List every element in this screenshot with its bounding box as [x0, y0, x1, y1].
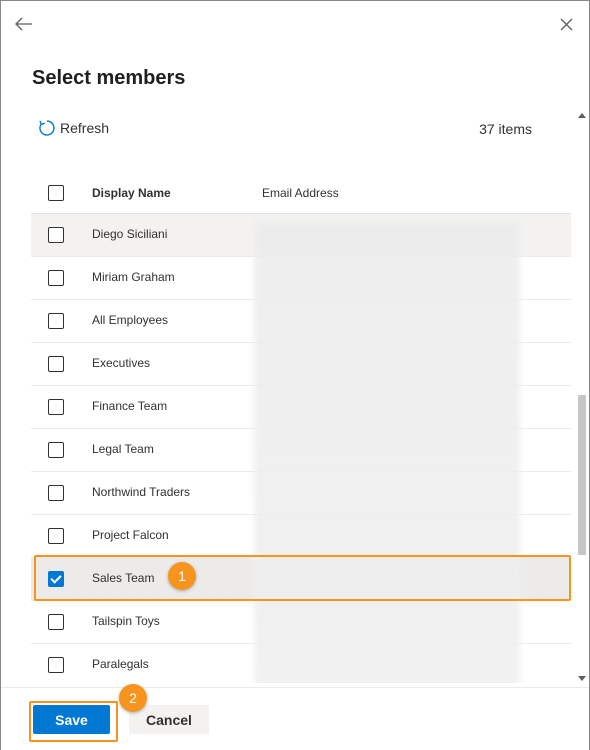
row-checkbox-checked[interactable] [48, 571, 64, 587]
refresh-icon [39, 120, 55, 136]
row-display-name: Legal Team [92, 442, 154, 456]
refresh-button[interactable]: Refresh [38, 119, 109, 137]
row-checkbox[interactable] [48, 227, 64, 243]
row-display-name: Paralegals [92, 657, 149, 671]
list-scrollbar[interactable] [576, 107, 588, 687]
save-button[interactable]: Save [33, 705, 110, 734]
arrow-left-icon [15, 17, 32, 31]
row-display-name: Project Falcon [92, 528, 169, 542]
row-checkbox[interactable] [48, 528, 64, 544]
step-2-callout: 2 [119, 684, 147, 712]
refresh-label: Refresh [60, 120, 110, 136]
row-display-name: All Employees [92, 313, 169, 327]
dialog-title: Select members [32, 67, 186, 89]
select-all-checkbox[interactable] [48, 185, 64, 201]
row-checkbox[interactable] [48, 485, 64, 501]
close-button[interactable] [550, 8, 582, 40]
scroll-up-arrow-icon[interactable] [578, 113, 586, 118]
close-icon [560, 18, 572, 30]
back-button[interactable] [8, 8, 40, 40]
row-display-name: Diego Siciliani [92, 227, 168, 241]
item-count: 37 items [479, 121, 532, 137]
row-display-name: Miriam Graham [92, 270, 175, 284]
row-checkbox[interactable] [48, 270, 64, 286]
row-checkbox[interactable] [48, 614, 64, 630]
list-header: Display Name Email Address [31, 171, 571, 214]
scroll-down-arrow-icon[interactable] [578, 676, 586, 681]
row-checkbox[interactable] [48, 313, 64, 329]
row-display-name: Sales Team [92, 571, 155, 585]
row-checkbox[interactable] [48, 657, 64, 673]
row-display-name: Finance Team [92, 399, 168, 413]
column-header-email-address[interactable]: Email Address [262, 186, 339, 200]
scroll-thumb[interactable] [578, 395, 586, 555]
row-display-name: Northwind Traders [92, 485, 191, 499]
select-members-dialog: Select members Refresh 37 items Display … [0, 0, 590, 750]
row-checkbox[interactable] [48, 399, 64, 415]
row-display-name: Tailspin Toys [92, 614, 160, 628]
row-checkbox[interactable] [48, 356, 64, 372]
column-header-display-name[interactable]: Display Name [92, 186, 171, 200]
step-1-callout: 1 [168, 562, 196, 590]
email-column-redacted [254, 221, 520, 683]
members-list: Display Name Email Address Diego Sicilia… [31, 171, 571, 683]
row-display-name: Executives [92, 356, 151, 370]
row-checkbox[interactable] [48, 442, 64, 458]
